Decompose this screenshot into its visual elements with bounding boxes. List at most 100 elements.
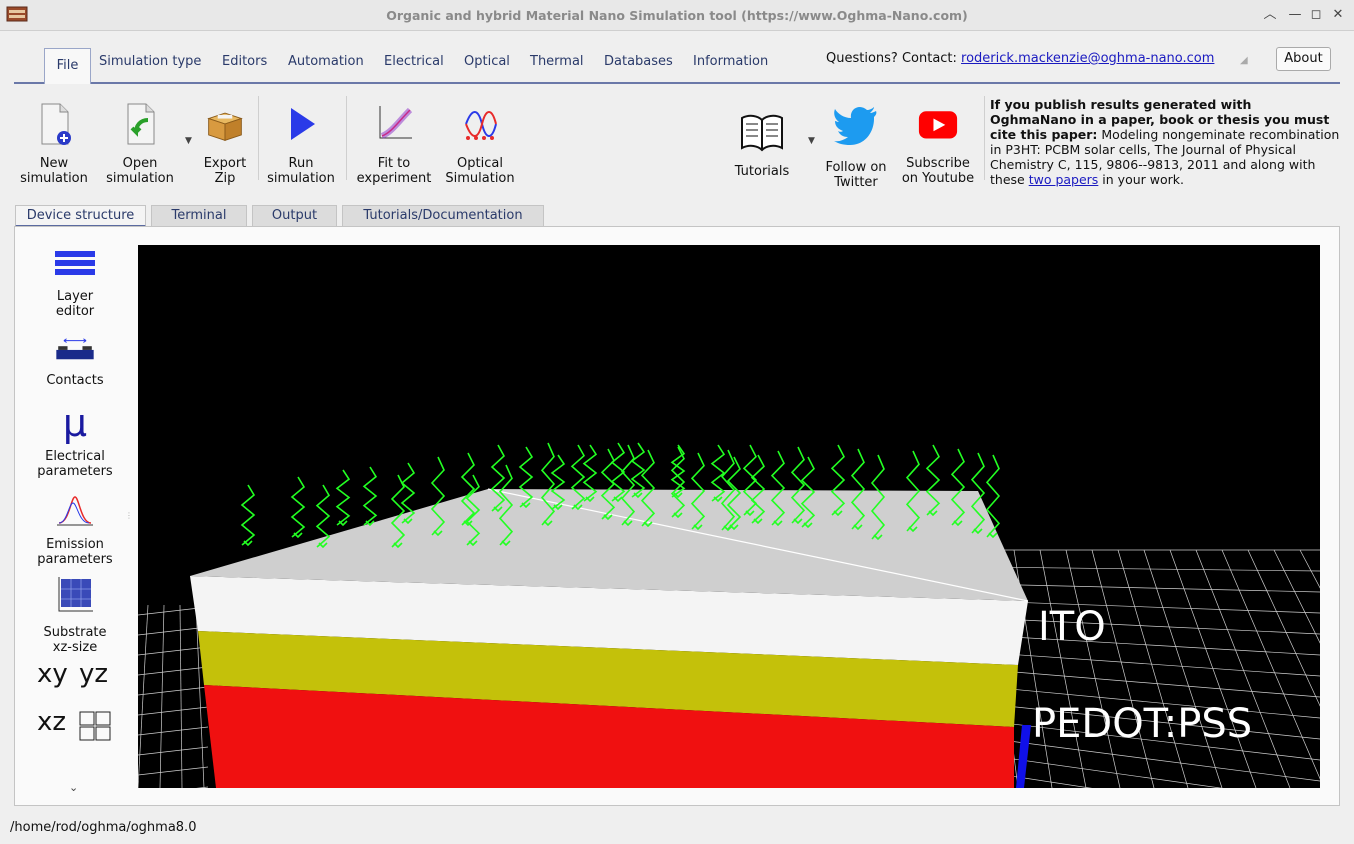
tab-tutorials-documentation[interactable]: Tutorials/Documentation (342, 205, 544, 227)
tab-databases[interactable]: Databases (604, 54, 673, 69)
fit-to-experiment-label-2: experiment (356, 171, 432, 186)
view-yz-button[interactable]: yz (79, 659, 108, 689)
follow-twitter-label-2: Twitter (834, 175, 878, 190)
open-document-icon (127, 103, 155, 145)
open-simulation-button[interactable]: Open simulation (104, 102, 176, 186)
new-simulation-label-2: simulation (20, 171, 88, 186)
contacts-icon (56, 338, 94, 360)
tutorials-button[interactable]: Tutorials (726, 110, 798, 179)
subscribe-youtube-button[interactable]: Subscribe on Youtube (898, 102, 978, 186)
export-zip-label-1: Export (203, 156, 247, 171)
follow-twitter-button[interactable]: Follow on Twitter (820, 100, 892, 190)
device-3d-scene: ITO PEDOT:PSS (138, 442, 1320, 788)
splitter-handle[interactable]: ⋮ (125, 512, 133, 520)
contacts-label: Contacts (46, 373, 104, 388)
run-simulation-label-2: simulation (267, 171, 335, 186)
title-bar: Organic and hybrid Material Nano Simulat… (0, 0, 1354, 31)
tab-terminal[interactable]: Terminal (151, 205, 247, 227)
subscribe-youtube-label-2: on Youtube (901, 171, 975, 186)
open-simulation-label-2: simulation (106, 171, 174, 186)
tab-editors[interactable]: Editors (222, 54, 267, 69)
contacts-button[interactable]: Contacts (35, 335, 115, 388)
tab-automation[interactable]: Automation (288, 54, 364, 69)
tutorials-dropdown-chevron-icon[interactable]: ▼ (808, 136, 815, 146)
optical-simulation-button[interactable]: Optical Simulation (440, 102, 520, 186)
photon-arrow (630, 442, 646, 499)
youtube-icon (918, 111, 958, 139)
signal-icon: ◢ (1240, 55, 1248, 66)
new-document-icon (41, 103, 71, 145)
contact-email-link[interactable]: roderick.mackenzie@oghma-nano.com (961, 51, 1214, 66)
tab-optical[interactable]: Optical (464, 54, 510, 69)
3d-device-viewport[interactable]: ITO PEDOT:PSS (138, 245, 1320, 788)
fit-to-experiment-button[interactable]: Fit to experiment (354, 102, 434, 186)
layers-icon (55, 251, 95, 275)
emission-parameters-button[interactable]: Emission parameters (35, 493, 115, 567)
book-icon (741, 114, 783, 152)
mu-icon: μ (62, 401, 88, 445)
run-simulation-button[interactable]: Run simulation (264, 102, 338, 186)
tab-output[interactable]: Output (252, 205, 337, 227)
fit-to-experiment-label-1: Fit to (377, 156, 411, 171)
view-xz-button[interactable]: xz (37, 707, 66, 737)
subscribe-youtube-label-1: Subscribe (906, 156, 970, 171)
electrical-parameters-button[interactable]: μ Electrical parameters (35, 403, 115, 479)
new-simulation-button[interactable]: New simulation (18, 102, 90, 186)
new-simulation-label-1: New (39, 156, 69, 171)
tab-device-structure[interactable]: Device structure (15, 205, 146, 227)
contact-line: Questions? Contact: roderick.mackenzie@o… (826, 51, 1214, 66)
ito-label: ITO (1038, 604, 1106, 650)
layer-editor-button[interactable]: Layer editor (35, 249, 115, 319)
four-view-grid-icon[interactable] (79, 711, 111, 741)
electrical-parameters-label-1: Electrical (45, 449, 105, 464)
play-icon (291, 108, 315, 140)
toolbar-divider (984, 96, 985, 180)
pedot-pss-label: PEDOT:PSS (1032, 701, 1252, 747)
export-zip-label-2: Zip (214, 171, 236, 186)
tab-simulation-type[interactable]: Simulation type (99, 54, 201, 69)
tab-file[interactable]: File (44, 48, 91, 84)
layer-editor-label-2: editor (55, 304, 95, 319)
open-dropdown-chevron-icon[interactable]: ▼ (185, 136, 192, 146)
photon-arrow (335, 469, 351, 527)
close-icon[interactable]: ✕ (1330, 7, 1346, 23)
twitter-bird-icon (834, 107, 877, 145)
substrate-xz-size-button[interactable]: Substrate xz-size (35, 575, 115, 655)
fit-graph-icon (379, 106, 413, 139)
minimize-icon[interactable]: — (1287, 7, 1303, 23)
toolbar-divider (346, 96, 347, 180)
substrate-xz-size-label-1: Substrate (43, 625, 107, 640)
export-zip-button[interactable]: Export Zip (196, 102, 254, 186)
substrate-xz-size-label-2: xz-size (52, 640, 98, 655)
citation-tail: in your work. (1098, 172, 1184, 187)
optical-wave-icon (465, 111, 497, 140)
chevron-up-icon[interactable]: ︿ (1262, 7, 1278, 23)
optical-simulation-label-1: Optical (457, 156, 503, 171)
view-xy-button[interactable]: xy (37, 659, 68, 689)
photon-arrow (240, 484, 256, 547)
tab-electrical[interactable]: Electrical (384, 54, 444, 69)
follow-twitter-label-1: Follow on (825, 160, 887, 175)
two-papers-link[interactable]: two papers (1029, 172, 1099, 187)
electrical-parameters-label-2: parameters (37, 464, 113, 479)
tutorials-label: Tutorials (734, 164, 790, 179)
substrate-grid-icon (58, 577, 93, 612)
citation-notice: If you publish results generated with Og… (990, 97, 1340, 187)
toolbar-divider (258, 96, 259, 180)
status-path: /home/rod/oghma/oghma8.0 (10, 820, 197, 835)
run-simulation-label-1: Run (288, 156, 314, 171)
chevron-double-down-icon[interactable]: ⌄ (69, 781, 78, 794)
emission-parameters-label-2: parameters (37, 552, 113, 567)
open-simulation-label-1: Open (122, 156, 158, 171)
photon-arrow (362, 466, 378, 527)
photon-arrow (290, 476, 306, 539)
box-icon (207, 112, 243, 141)
maximize-icon[interactable]: ◻ (1308, 7, 1324, 23)
tab-information[interactable]: Information (693, 54, 768, 69)
window-title: Organic and hybrid Material Nano Simulat… (386, 8, 968, 23)
emission-parameters-label-1: Emission (46, 537, 104, 552)
contact-prefix: Questions? Contact: (826, 51, 962, 66)
layer-editor-label-1: Layer (56, 289, 94, 304)
about-button[interactable]: About (1276, 47, 1331, 71)
tab-thermal[interactable]: Thermal (530, 54, 584, 69)
